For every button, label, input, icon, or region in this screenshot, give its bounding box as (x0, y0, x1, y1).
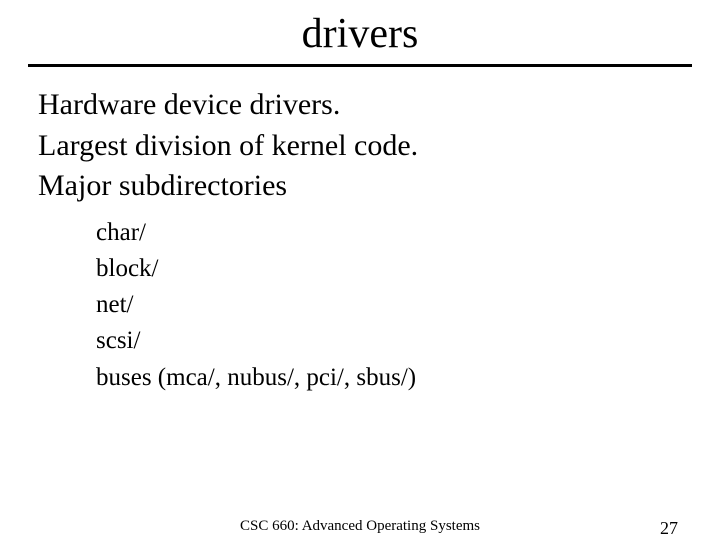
slide: drivers Hardware device drivers. Largest… (0, 0, 720, 540)
list-item: buses (mca/, nubus/, pci/, sbus/) (96, 360, 682, 396)
body-line: Largest division of kernel code. (38, 126, 682, 167)
slide-title: drivers (0, 0, 720, 64)
page-number: 27 (660, 518, 678, 539)
body-line: Hardware device drivers. (38, 85, 682, 126)
course-label: CSC 660: Advanced Operating Systems (0, 518, 720, 535)
list-item: net/ (96, 287, 682, 323)
subdirectory-list: char/ block/ net/ scsi/ buses (mca/, nub… (38, 207, 682, 396)
slide-body: Hardware device drivers. Largest divisio… (0, 67, 720, 396)
list-item: scsi/ (96, 323, 682, 359)
body-line: Major subdirectories (38, 166, 682, 207)
list-item: block/ (96, 251, 682, 287)
list-item: char/ (96, 215, 682, 251)
